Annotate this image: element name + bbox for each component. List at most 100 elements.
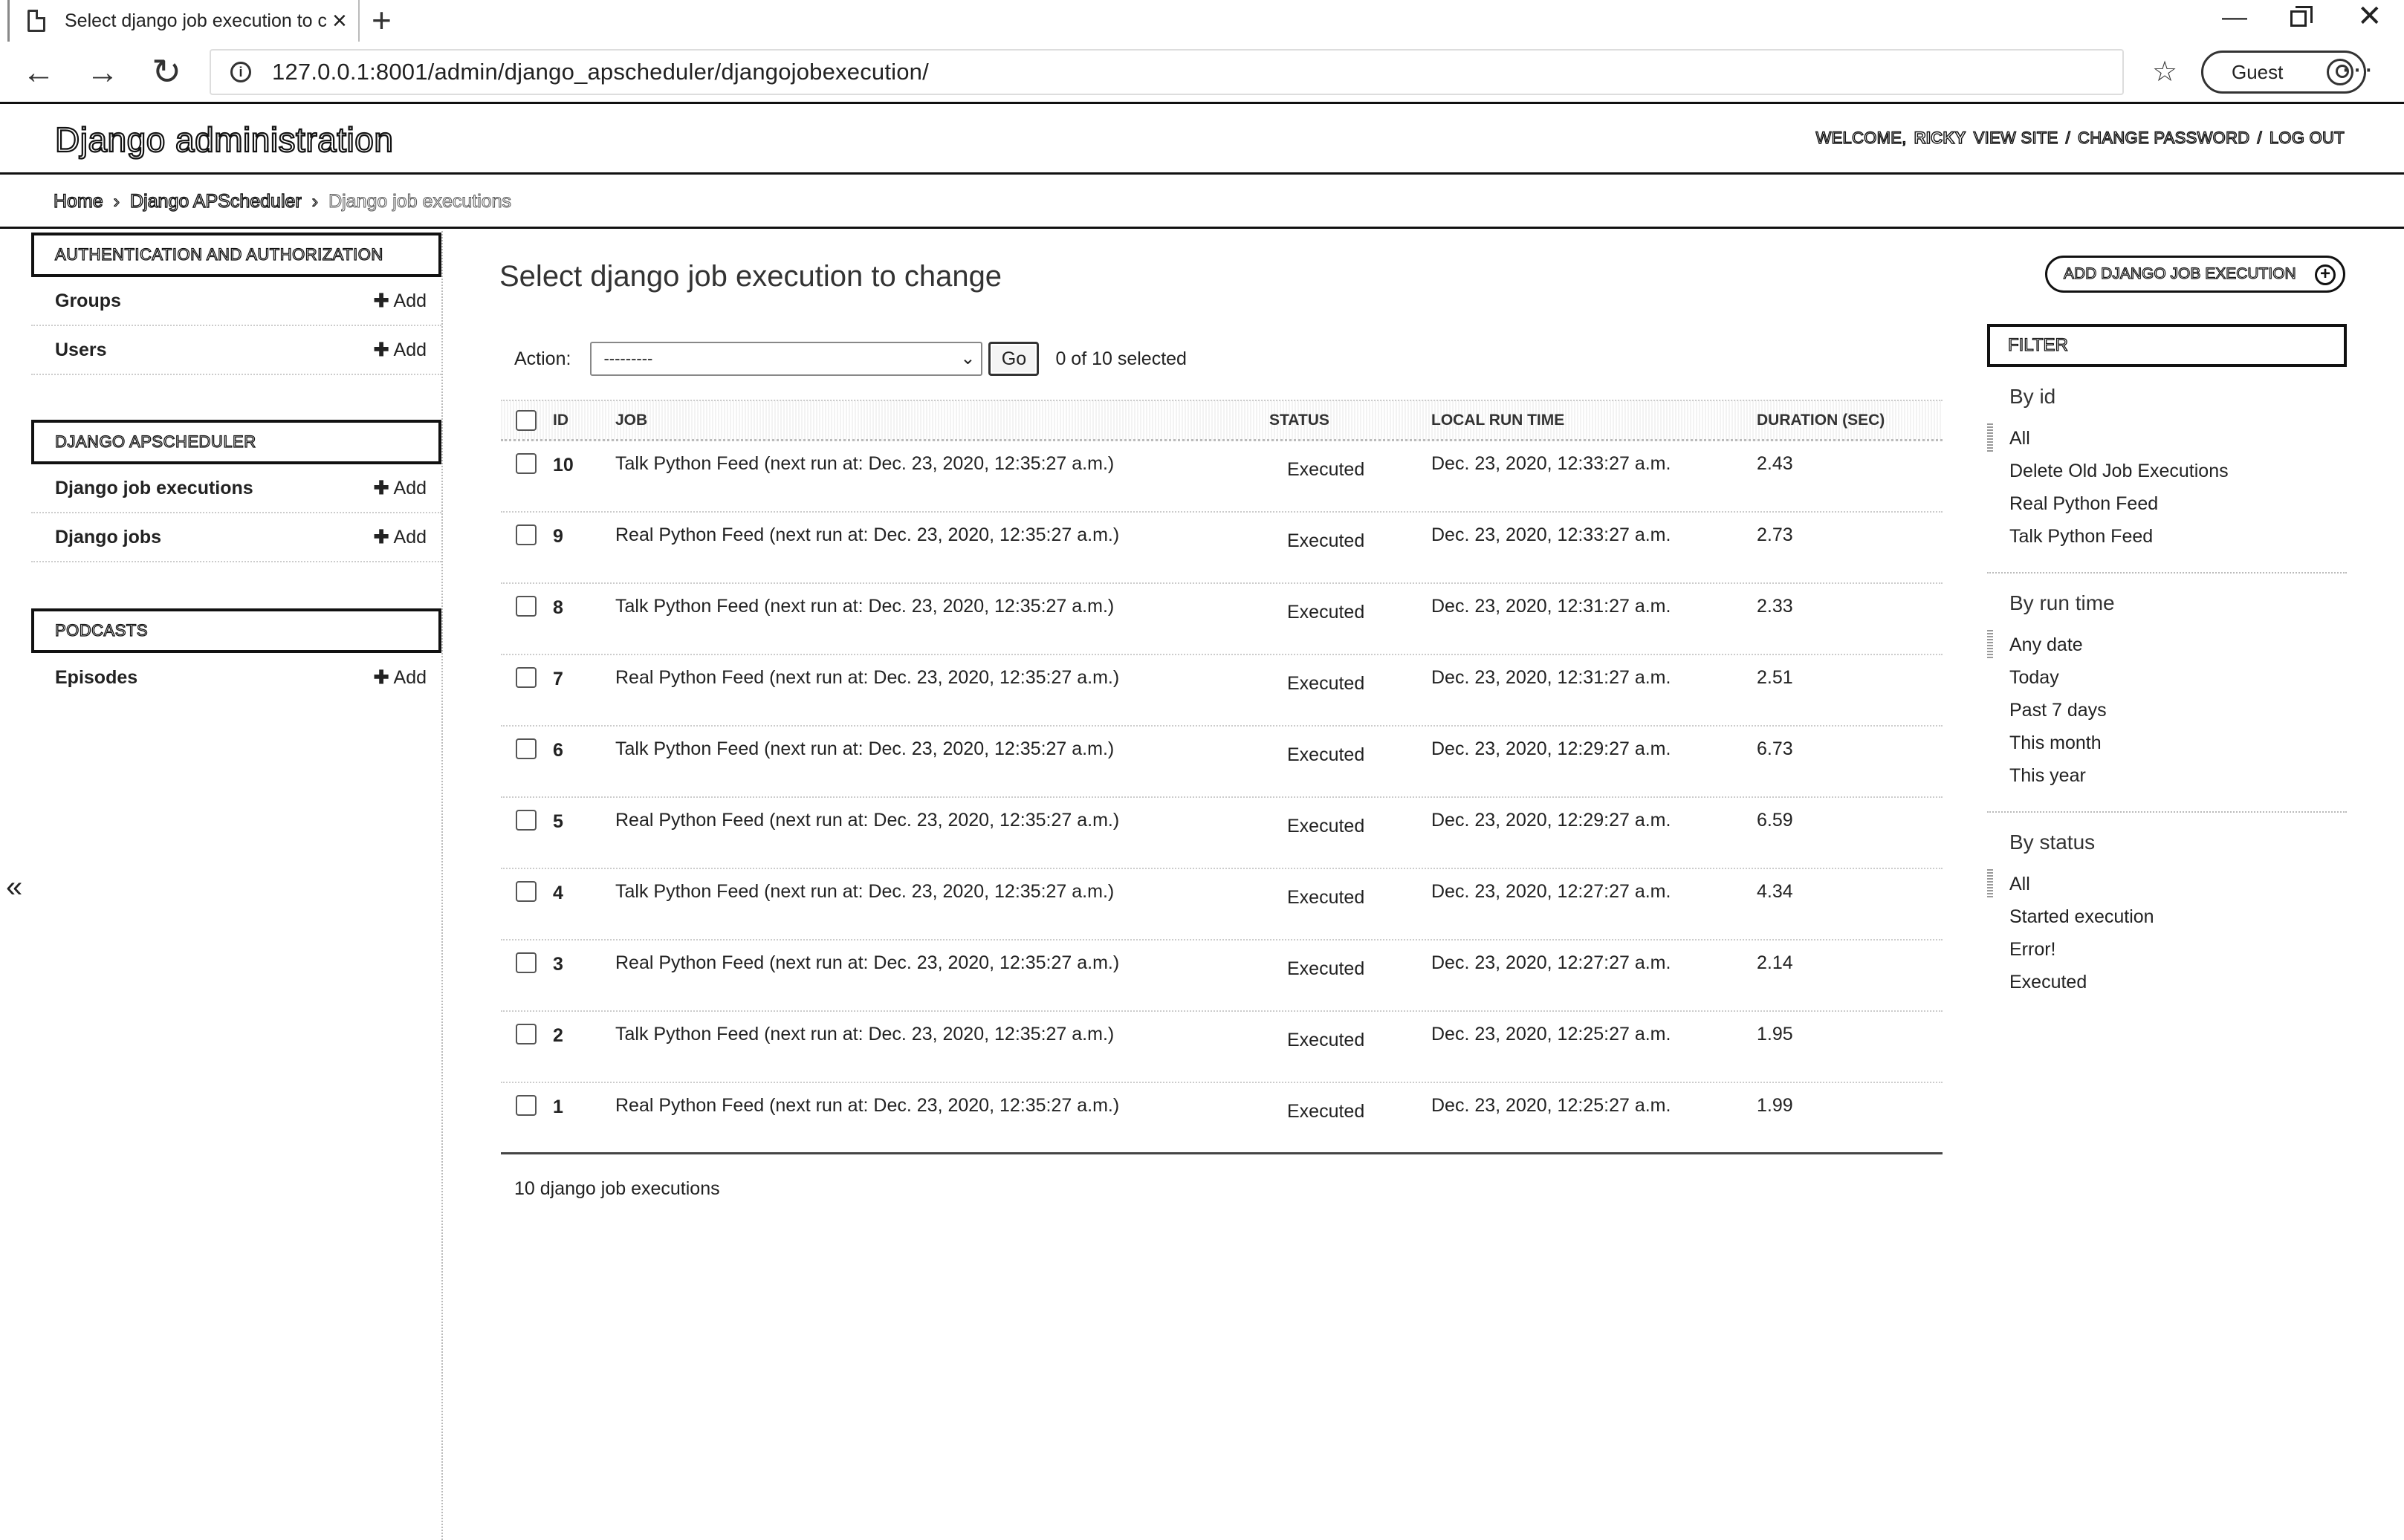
browser-tab[interactable]: Select django job execution to cl × xyxy=(7,0,360,42)
reload-icon[interactable]: ↻ xyxy=(152,55,181,91)
filter-option[interactable]: Today xyxy=(2009,661,2347,694)
cell-job: Talk Python Feed (next run at: Dec. 23, … xyxy=(615,738,1115,759)
cell-duration: 1.99 xyxy=(1757,1095,1793,1116)
row-checkbox[interactable] xyxy=(516,667,537,688)
sidebar-collapse-toggle[interactable]: « xyxy=(6,871,22,904)
filter-options: All Delete Old Job Executions Real Python … xyxy=(2009,422,2347,553)
breadcrumb-home[interactable]: Home xyxy=(53,190,103,212)
column-header-job[interactable]: JOB xyxy=(615,412,1269,429)
cell-status: Executed xyxy=(1287,958,1365,979)
go-button[interactable]: Go xyxy=(988,342,1040,376)
action-select[interactable]: --------- ⌄ xyxy=(590,342,983,376)
module-caption[interactable]: Django APScheduler xyxy=(31,420,441,464)
sidebar-item-job-executions[interactable]: Django job executions ✚ Add xyxy=(31,464,441,513)
filter-option[interactable]: Error! xyxy=(2009,933,2347,966)
sidebar-item-episodes[interactable]: Episodes ✚ Add xyxy=(31,653,441,702)
add-label[interactable]: Add xyxy=(394,290,427,311)
new-tab-button[interactable]: + xyxy=(372,3,392,37)
add-label[interactable]: Add xyxy=(394,339,427,360)
filter-option[interactable]: Real Python Feed xyxy=(2009,487,2347,520)
row-checkbox[interactable] xyxy=(516,596,537,617)
sidebar-item-label[interactable]: Users xyxy=(55,339,107,361)
select-all-checkbox[interactable] xyxy=(516,409,537,431)
restore-icon[interactable] xyxy=(2290,6,2313,27)
column-header-status[interactable]: STATUS xyxy=(1269,412,1431,429)
row-checkbox[interactable] xyxy=(516,1024,537,1044)
filter-group: By id All Delete Old Job Executions Real Py… xyxy=(1987,367,2347,574)
add-label[interactable]: Add xyxy=(394,667,427,688)
add-label[interactable]: Add xyxy=(394,527,427,548)
filter-option[interactable]: Executed xyxy=(2009,966,2347,998)
cell-run-time: Dec. 23, 2020, 12:29:27 a.m. xyxy=(1431,738,1671,759)
favorites-icon[interactable]: ☆ xyxy=(2152,58,2177,86)
change-password-link[interactable]: CHANGE PASSWORD xyxy=(2077,128,2250,148)
cell-job: Talk Python Feed (next run at: Dec. 23, … xyxy=(615,1024,1115,1044)
window-close-icon[interactable]: ✕ xyxy=(2357,1,2382,31)
sidebar-item-label[interactable]: Django jobs xyxy=(55,527,161,548)
add-groups-link[interactable]: ✚ Add xyxy=(374,290,427,312)
filter-option[interactable]: Any date xyxy=(2009,628,2347,661)
add-episodes-link[interactable]: ✚ Add xyxy=(374,666,427,689)
cell-id[interactable]: 6 xyxy=(553,738,615,761)
cell-id[interactable]: 1 xyxy=(553,1095,615,1118)
info-icon[interactable]: i xyxy=(230,62,251,82)
address-input[interactable]: i 127.0.0.1:8001/admin/django_apschedule… xyxy=(210,49,2124,95)
row-checkbox[interactable] xyxy=(516,952,537,973)
sidebar-item-jobs[interactable]: Django jobs ✚ Add xyxy=(31,513,441,562)
log-out-link[interactable]: LOG OUT xyxy=(2269,128,2345,148)
cell-id[interactable]: 9 xyxy=(553,524,615,548)
cell-duration: 6.73 xyxy=(1757,738,1793,759)
module-caption[interactable]: Authentication and Authorization xyxy=(31,233,441,277)
add-jobs-link[interactable]: ✚ Add xyxy=(374,526,427,548)
table-row: 10 Talk Python Feed (next run at: Dec. 23… xyxy=(501,441,1943,513)
add-users-link[interactable]: ✚ Add xyxy=(374,339,427,361)
forward-arrow-icon[interactable]: → xyxy=(86,56,119,89)
cell-id[interactable]: 7 xyxy=(553,667,615,690)
changelist-filter: Filter By id All Delete Old Job Executions… xyxy=(1987,324,2347,1018)
tab-close-icon[interactable]: × xyxy=(332,8,347,33)
column-header-run-time[interactable]: LOCAL RUN TIME xyxy=(1431,412,1757,429)
user-tools: WELCOME, RICKY VIEW SITE / CHANGE PASSWO… xyxy=(1815,128,2345,148)
filter-option[interactable]: Started execution xyxy=(2009,900,2347,933)
action-label: Action: xyxy=(514,348,571,369)
breadcrumb-app[interactable]: Django APScheduler xyxy=(129,190,302,212)
cell-job: Real Python Feed (next run at: Dec. 23, … xyxy=(615,810,1120,831)
row-checkbox[interactable] xyxy=(516,738,537,759)
cell-id[interactable]: 4 xyxy=(553,881,615,904)
filter-option[interactable]: All xyxy=(2009,868,2347,900)
filter-option[interactable]: All xyxy=(2009,422,2347,455)
more-icon[interactable]: ··· xyxy=(2341,53,2375,83)
cell-id[interactable]: 8 xyxy=(553,596,615,619)
column-header-id[interactable]: ID xyxy=(553,412,615,429)
view-site-link[interactable]: VIEW SITE xyxy=(1973,128,2058,148)
row-checkbox[interactable] xyxy=(516,453,537,474)
url-text[interactable]: 127.0.0.1:8001/admin/django_apscheduler/… xyxy=(272,59,929,85)
row-checkbox[interactable] xyxy=(516,881,537,902)
sidebar-item-label[interactable]: Django job executions xyxy=(55,478,253,499)
filter-option[interactable]: Talk Python Feed xyxy=(2009,520,2347,553)
sidebar-item-users[interactable]: Users ✚ Add xyxy=(31,326,441,375)
add-label[interactable]: Add xyxy=(394,478,427,498)
filter-option[interactable]: This month xyxy=(2009,727,2347,759)
filter-option[interactable]: Delete Old Job Executions xyxy=(2009,455,2347,487)
row-checkbox[interactable] xyxy=(516,810,537,831)
add-job-execution-button[interactable]: Add django job execution + xyxy=(2045,256,2345,293)
minimize-icon[interactable]: — xyxy=(2222,4,2247,30)
row-checkbox[interactable] xyxy=(516,1095,537,1116)
row-checkbox[interactable] xyxy=(516,524,537,545)
sidebar-item-label[interactable]: Episodes xyxy=(55,667,137,689)
site-name[interactable]: Django administration xyxy=(54,120,394,160)
sidebar-item-label[interactable]: Groups xyxy=(55,290,121,312)
table-row: 7 Real Python Feed (next run at: Dec. 23,… xyxy=(501,655,1943,727)
module-caption[interactable]: Podcasts xyxy=(31,608,441,653)
column-header-duration[interactable]: DURATION (SEC) xyxy=(1757,412,1935,429)
filter-option[interactable]: Past 7 days xyxy=(2009,694,2347,727)
filter-option[interactable]: This year xyxy=(2009,759,2347,792)
cell-id[interactable]: 10 xyxy=(553,453,615,476)
cell-id[interactable]: 5 xyxy=(553,810,615,833)
add-job-executions-link[interactable]: ✚ Add xyxy=(374,477,427,499)
cell-id[interactable]: 3 xyxy=(553,952,615,975)
sidebar-item-groups[interactable]: Groups ✚ Add xyxy=(31,277,441,326)
back-arrow-icon[interactable]: ← xyxy=(22,56,55,89)
cell-id[interactable]: 2 xyxy=(553,1024,615,1047)
